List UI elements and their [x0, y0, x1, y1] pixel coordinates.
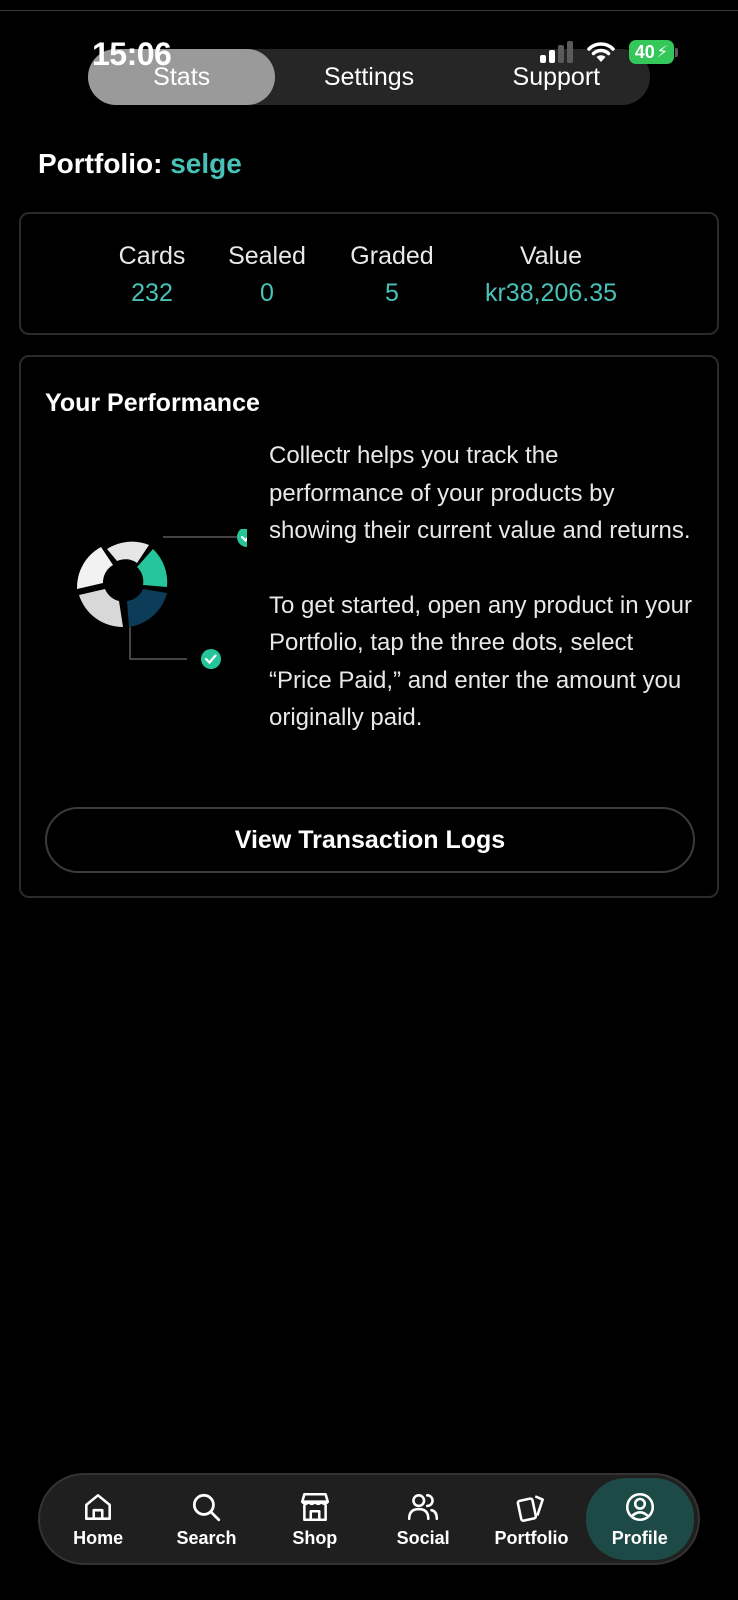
wifi-icon	[586, 42, 615, 62]
nav-item-shop[interactable]: Shop	[261, 1478, 369, 1560]
nav-label: Profile	[611, 1527, 668, 1548]
social-icon	[408, 1493, 439, 1520]
stat-value: kr38,206.35	[484, 279, 618, 307]
stat-sealed: Sealed 0	[228, 242, 306, 308]
battery-icon: 40 ⚡	[628, 40, 678, 64]
stat-cards: Cards 232	[119, 242, 186, 308]
stat-value: 0	[260, 279, 274, 307]
nav-item-home[interactable]: Home	[44, 1478, 152, 1560]
nav-label: Shop	[292, 1527, 338, 1548]
stat-value: 232	[131, 279, 173, 307]
tab-settings[interactable]: Settings	[275, 49, 462, 105]
performance-card: Your Performance Collectr helps you trac…	[19, 355, 719, 898]
stat-label: Sealed	[228, 242, 306, 270]
search-icon	[193, 1493, 221, 1521]
top-divider	[0, 10, 738, 11]
shop-icon	[300, 1492, 329, 1521]
nav-label: Portfolio	[494, 1527, 569, 1548]
nav-label: Home	[73, 1527, 124, 1548]
profile-icon	[625, 1492, 654, 1521]
performance-title: Your Performance	[45, 389, 260, 417]
cards-icon	[517, 1494, 545, 1522]
nav-item-profile[interactable]: Profile	[585, 1478, 694, 1560]
cellular-signal-icon	[539, 41, 573, 63]
home-icon	[85, 1493, 112, 1520]
performance-paragraph-1: Collectr helps you track the performance…	[269, 442, 691, 544]
battery-level: 40	[634, 41, 655, 62]
stats-card: Cards 232 Sealed 0 Graded 5 Value kr38,2…	[19, 212, 719, 335]
performance-paragraph-2: To get started, open any product in your…	[269, 591, 692, 732]
portfolio-title: Portfolio: selge	[38, 148, 242, 180]
stat-value: 5	[385, 279, 399, 307]
stat-label: Value	[519, 242, 583, 270]
stat-value-total: Value kr38,206.35	[485, 242, 617, 308]
performance-description: Collectr helps you track the performance…	[269, 437, 699, 737]
nav-item-search[interactable]: Search	[152, 1478, 260, 1560]
stat-graded: Graded 5	[350, 242, 433, 308]
bottom-nav: Home Search Shop Social Portfolio Profil…	[38, 1473, 700, 1565]
portfolio-prefix: Portfolio:	[38, 148, 171, 179]
nav-label: Social	[396, 1527, 450, 1548]
nav-item-portfolio[interactable]: Portfolio	[477, 1478, 585, 1560]
stat-label: Cards	[118, 242, 186, 270]
view-transaction-logs-button[interactable]: View Transaction Logs	[45, 807, 695, 873]
nav-label: Search	[176, 1527, 237, 1548]
stat-label: Graded	[350, 242, 434, 270]
nav-item-social[interactable]: Social	[369, 1478, 477, 1560]
status-icons: 40 ⚡	[539, 40, 678, 64]
portfolio-name[interactable]: selge	[170, 148, 242, 179]
status-time: 15:06	[92, 36, 172, 72]
performance-chart-illustration-icon	[76, 529, 247, 669]
